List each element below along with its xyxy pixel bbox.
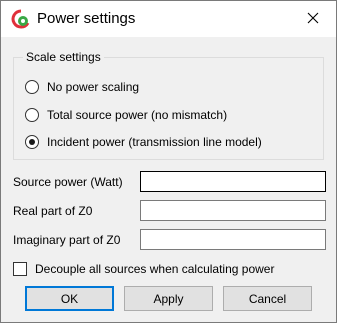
imaginary-z0-input[interactable]: [140, 229, 326, 250]
real-z0-label: Real part of Z0: [13, 204, 93, 218]
decouple-sources-label: Decouple all sources when calculating po…: [35, 262, 275, 276]
radio-label: No power scaling: [47, 80, 140, 94]
source-power-input[interactable]: [140, 171, 326, 192]
cancel-button-label: Cancel: [248, 291, 287, 306]
radio-label: Incident power (transmission line model): [47, 135, 262, 149]
close-icon: [307, 12, 319, 27]
radio-button[interactable]: [25, 108, 39, 122]
radio-incident-power[interactable]: Incident power (transmission line model): [25, 133, 262, 151]
radio-button-selected[interactable]: [25, 135, 39, 149]
close-button[interactable]: [290, 1, 336, 37]
radio-button[interactable]: [25, 80, 39, 94]
window-title: Power settings: [37, 10, 136, 27]
imaginary-z0-label: Imaginary part of Z0: [13, 233, 121, 247]
radio-no-power-scaling[interactable]: No power scaling: [25, 78, 139, 96]
power-settings-dialog: Power settings Scale settings No power s…: [0, 0, 337, 323]
decouple-sources-option[interactable]: Decouple all sources when calculating po…: [13, 260, 274, 278]
scale-settings-legend: Scale settings: [23, 50, 104, 64]
app-logo-icon: [11, 9, 31, 29]
radio-label: Total source power (no mismatch): [47, 108, 228, 122]
real-z0-input[interactable]: [140, 200, 326, 221]
cancel-button[interactable]: Cancel: [223, 286, 312, 311]
decouple-sources-checkbox[interactable]: [13, 262, 27, 276]
radio-total-source-power[interactable]: Total source power (no mismatch): [25, 106, 227, 124]
source-power-label: Source power (Watt): [13, 175, 123, 189]
ok-button-label: OK: [60, 291, 79, 306]
apply-button[interactable]: Apply: [124, 286, 213, 311]
apply-button-label: Apply: [153, 291, 184, 306]
ok-button[interactable]: OK: [25, 286, 114, 311]
title-bar[interactable]: Power settings: [1, 1, 336, 37]
